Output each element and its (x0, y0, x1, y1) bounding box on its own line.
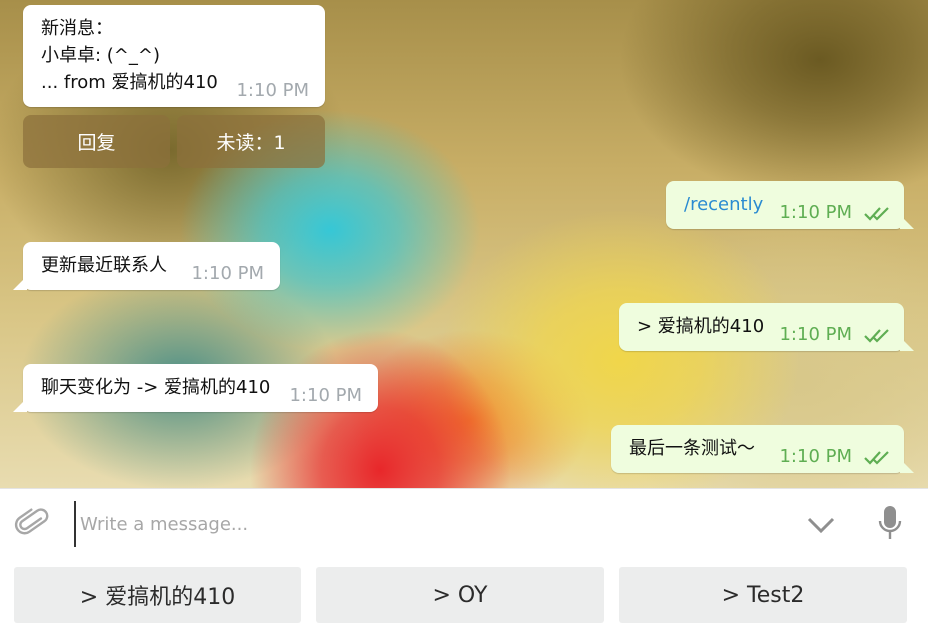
message-text: 最后一条测试～ (629, 438, 755, 459)
message-bubble-out-2: > 爱搞机的410 1:10 PM (619, 303, 914, 351)
paperclip-icon[interactable] (14, 505, 50, 541)
reply-button[interactable]: 回复 (23, 115, 170, 168)
bubble-tail (13, 398, 27, 412)
message-time: 1:10 PM (779, 446, 852, 467)
keyboard-button-3[interactable]: > Test2 (619, 567, 907, 623)
bubble-tail (900, 215, 914, 229)
command-link[interactable]: /recently (684, 194, 763, 215)
message-composer (0, 488, 928, 558)
message-time: 1:10 PM (779, 202, 852, 223)
double-check-icon (864, 207, 889, 221)
message-bubble-in-2: 更新最近联系人 1:10 PM (13, 242, 280, 290)
message-text: 聊天变化为 -> 爱搞机的410 (41, 377, 271, 398)
unread-button[interactable]: 未读：1 (177, 115, 325, 168)
message-time: 1:10 PM (289, 385, 362, 406)
notice-line-1: 新消息： (41, 18, 113, 39)
keyboard-button-1[interactable]: > 爱搞机的410 (14, 567, 301, 623)
message-time: 1:10 PM (236, 80, 309, 101)
notice-line-2: 小卓卓: (^_^) (41, 45, 160, 66)
message-bubble-out-3: 最后一条测试～ 1:10 PM (611, 425, 914, 473)
message-text: > 爱搞机的410 (637, 316, 765, 337)
message-input[interactable] (74, 501, 762, 547)
message-bubble-notice: 新消息： 小卓卓: (^_^) ... from 爱搞机的410 1:10 PM (23, 5, 325, 107)
bubble-tail (900, 459, 914, 473)
message-bubble-in-3: 聊天变化为 -> 爱搞机的410 1:10 PM (13, 364, 378, 412)
message-bubble-out-1: /recently 1:10 PM (666, 181, 914, 229)
chevron-down-icon[interactable] (806, 515, 836, 535)
bubble-tail (13, 276, 27, 290)
microphone-icon[interactable] (878, 505, 902, 541)
message-time: 1:10 PM (779, 324, 852, 345)
bubble-tail (900, 337, 914, 351)
double-check-icon (864, 329, 889, 343)
message-text: 更新最近联系人 (41, 255, 167, 276)
double-check-icon (864, 451, 889, 465)
chat-area: 新消息： 小卓卓: (^_^) ... from 爱搞机的410 1:10 PM… (0, 0, 928, 488)
bot-keyboard: > 爱搞机的410 > OY > Test2 (0, 557, 928, 633)
message-time: 1:10 PM (191, 263, 264, 284)
keyboard-button-2[interactable]: > OY (316, 567, 604, 623)
